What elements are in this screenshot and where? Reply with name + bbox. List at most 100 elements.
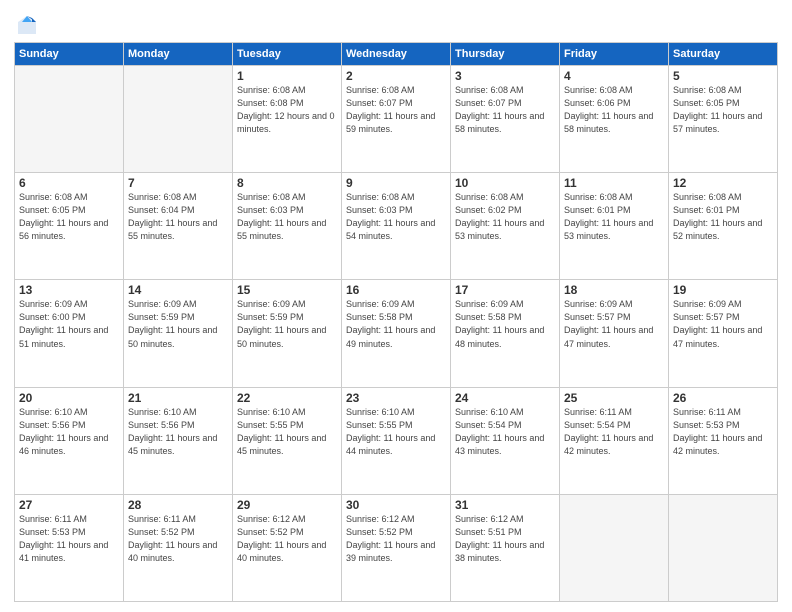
day-number: 10	[455, 176, 555, 190]
weekday-header-row: Sunday Monday Tuesday Wednesday Thursday…	[15, 43, 778, 66]
day-info: Sunrise: 6:12 AMSunset: 5:51 PMDaylight:…	[455, 513, 555, 565]
table-row: 25Sunrise: 6:11 AMSunset: 5:54 PMDayligh…	[560, 387, 669, 494]
table-row: 24Sunrise: 6:10 AMSunset: 5:54 PMDayligh…	[451, 387, 560, 494]
calendar-table: Sunday Monday Tuesday Wednesday Thursday…	[14, 42, 778, 602]
day-info: Sunrise: 6:11 AMSunset: 5:53 PMDaylight:…	[19, 513, 119, 565]
table-row: 23Sunrise: 6:10 AMSunset: 5:55 PMDayligh…	[342, 387, 451, 494]
day-info: Sunrise: 6:08 AMSunset: 6:01 PMDaylight:…	[673, 191, 773, 243]
calendar-week-row: 27Sunrise: 6:11 AMSunset: 5:53 PMDayligh…	[15, 494, 778, 601]
logo-icon	[16, 14, 38, 36]
day-info: Sunrise: 6:09 AMSunset: 5:57 PMDaylight:…	[564, 298, 664, 350]
day-number: 20	[19, 391, 119, 405]
day-info: Sunrise: 6:12 AMSunset: 5:52 PMDaylight:…	[237, 513, 337, 565]
day-info: Sunrise: 6:09 AMSunset: 5:57 PMDaylight:…	[673, 298, 773, 350]
day-number: 11	[564, 176, 664, 190]
header-wednesday: Wednesday	[342, 43, 451, 66]
day-info: Sunrise: 6:11 AMSunset: 5:53 PMDaylight:…	[673, 406, 773, 458]
table-row: 3Sunrise: 6:08 AMSunset: 6:07 PMDaylight…	[451, 66, 560, 173]
header-thursday: Thursday	[451, 43, 560, 66]
table-row	[124, 66, 233, 173]
table-row: 9Sunrise: 6:08 AMSunset: 6:03 PMDaylight…	[342, 173, 451, 280]
day-info: Sunrise: 6:09 AMSunset: 5:58 PMDaylight:…	[455, 298, 555, 350]
day-info: Sunrise: 6:08 AMSunset: 6:05 PMDaylight:…	[673, 84, 773, 136]
day-number: 23	[346, 391, 446, 405]
day-info: Sunrise: 6:08 AMSunset: 6:07 PMDaylight:…	[346, 84, 446, 136]
logo	[14, 14, 38, 36]
day-number: 8	[237, 176, 337, 190]
day-info: Sunrise: 6:09 AMSunset: 5:59 PMDaylight:…	[128, 298, 228, 350]
day-number: 14	[128, 283, 228, 297]
day-info: Sunrise: 6:10 AMSunset: 5:55 PMDaylight:…	[237, 406, 337, 458]
day-info: Sunrise: 6:10 AMSunset: 5:56 PMDaylight:…	[19, 406, 119, 458]
day-number: 27	[19, 498, 119, 512]
table-row	[560, 494, 669, 601]
day-number: 18	[564, 283, 664, 297]
day-info: Sunrise: 6:10 AMSunset: 5:54 PMDaylight:…	[455, 406, 555, 458]
day-number: 2	[346, 69, 446, 83]
day-info: Sunrise: 6:09 AMSunset: 6:00 PMDaylight:…	[19, 298, 119, 350]
day-number: 30	[346, 498, 446, 512]
table-row: 16Sunrise: 6:09 AMSunset: 5:58 PMDayligh…	[342, 280, 451, 387]
day-info: Sunrise: 6:09 AMSunset: 5:59 PMDaylight:…	[237, 298, 337, 350]
day-number: 12	[673, 176, 773, 190]
table-row: 28Sunrise: 6:11 AMSunset: 5:52 PMDayligh…	[124, 494, 233, 601]
day-number: 17	[455, 283, 555, 297]
header-tuesday: Tuesday	[233, 43, 342, 66]
day-info: Sunrise: 6:11 AMSunset: 5:52 PMDaylight:…	[128, 513, 228, 565]
day-info: Sunrise: 6:09 AMSunset: 5:58 PMDaylight:…	[346, 298, 446, 350]
day-number: 9	[346, 176, 446, 190]
day-number: 26	[673, 391, 773, 405]
day-info: Sunrise: 6:08 AMSunset: 6:04 PMDaylight:…	[128, 191, 228, 243]
day-number: 16	[346, 283, 446, 297]
table-row: 29Sunrise: 6:12 AMSunset: 5:52 PMDayligh…	[233, 494, 342, 601]
header-sunday: Sunday	[15, 43, 124, 66]
day-info: Sunrise: 6:08 AMSunset: 6:03 PMDaylight:…	[346, 191, 446, 243]
day-info: Sunrise: 6:11 AMSunset: 5:54 PMDaylight:…	[564, 406, 664, 458]
day-info: Sunrise: 6:08 AMSunset: 6:05 PMDaylight:…	[19, 191, 119, 243]
table-row: 20Sunrise: 6:10 AMSunset: 5:56 PMDayligh…	[15, 387, 124, 494]
table-row: 15Sunrise: 6:09 AMSunset: 5:59 PMDayligh…	[233, 280, 342, 387]
table-row: 12Sunrise: 6:08 AMSunset: 6:01 PMDayligh…	[669, 173, 778, 280]
table-row: 5Sunrise: 6:08 AMSunset: 6:05 PMDaylight…	[669, 66, 778, 173]
table-row: 14Sunrise: 6:09 AMSunset: 5:59 PMDayligh…	[124, 280, 233, 387]
day-number: 25	[564, 391, 664, 405]
day-info: Sunrise: 6:08 AMSunset: 6:01 PMDaylight:…	[564, 191, 664, 243]
day-info: Sunrise: 6:08 AMSunset: 6:02 PMDaylight:…	[455, 191, 555, 243]
table-row: 6Sunrise: 6:08 AMSunset: 6:05 PMDaylight…	[15, 173, 124, 280]
table-row: 10Sunrise: 6:08 AMSunset: 6:02 PMDayligh…	[451, 173, 560, 280]
header-saturday: Saturday	[669, 43, 778, 66]
table-row	[669, 494, 778, 601]
table-row: 18Sunrise: 6:09 AMSunset: 5:57 PMDayligh…	[560, 280, 669, 387]
table-row: 1Sunrise: 6:08 AMSunset: 6:08 PMDaylight…	[233, 66, 342, 173]
day-number: 21	[128, 391, 228, 405]
day-number: 3	[455, 69, 555, 83]
table-row: 2Sunrise: 6:08 AMSunset: 6:07 PMDaylight…	[342, 66, 451, 173]
day-number: 1	[237, 69, 337, 83]
day-info: Sunrise: 6:10 AMSunset: 5:56 PMDaylight:…	[128, 406, 228, 458]
calendar-page: Sunday Monday Tuesday Wednesday Thursday…	[0, 0, 792, 612]
day-number: 13	[19, 283, 119, 297]
table-row: 13Sunrise: 6:09 AMSunset: 6:00 PMDayligh…	[15, 280, 124, 387]
day-info: Sunrise: 6:08 AMSunset: 6:03 PMDaylight:…	[237, 191, 337, 243]
table-row: 26Sunrise: 6:11 AMSunset: 5:53 PMDayligh…	[669, 387, 778, 494]
day-number: 29	[237, 498, 337, 512]
table-row: 8Sunrise: 6:08 AMSunset: 6:03 PMDaylight…	[233, 173, 342, 280]
table-row: 21Sunrise: 6:10 AMSunset: 5:56 PMDayligh…	[124, 387, 233, 494]
calendar-week-row: 20Sunrise: 6:10 AMSunset: 5:56 PMDayligh…	[15, 387, 778, 494]
header	[14, 10, 778, 36]
day-info: Sunrise: 6:08 AMSunset: 6:07 PMDaylight:…	[455, 84, 555, 136]
calendar-week-row: 6Sunrise: 6:08 AMSunset: 6:05 PMDaylight…	[15, 173, 778, 280]
day-number: 4	[564, 69, 664, 83]
day-number: 28	[128, 498, 228, 512]
table-row: 11Sunrise: 6:08 AMSunset: 6:01 PMDayligh…	[560, 173, 669, 280]
header-monday: Monday	[124, 43, 233, 66]
day-number: 19	[673, 283, 773, 297]
calendar-week-row: 1Sunrise: 6:08 AMSunset: 6:08 PMDaylight…	[15, 66, 778, 173]
day-number: 24	[455, 391, 555, 405]
day-number: 15	[237, 283, 337, 297]
table-row: 4Sunrise: 6:08 AMSunset: 6:06 PMDaylight…	[560, 66, 669, 173]
day-number: 31	[455, 498, 555, 512]
table-row: 17Sunrise: 6:09 AMSunset: 5:58 PMDayligh…	[451, 280, 560, 387]
day-info: Sunrise: 6:08 AMSunset: 6:06 PMDaylight:…	[564, 84, 664, 136]
table-row: 31Sunrise: 6:12 AMSunset: 5:51 PMDayligh…	[451, 494, 560, 601]
